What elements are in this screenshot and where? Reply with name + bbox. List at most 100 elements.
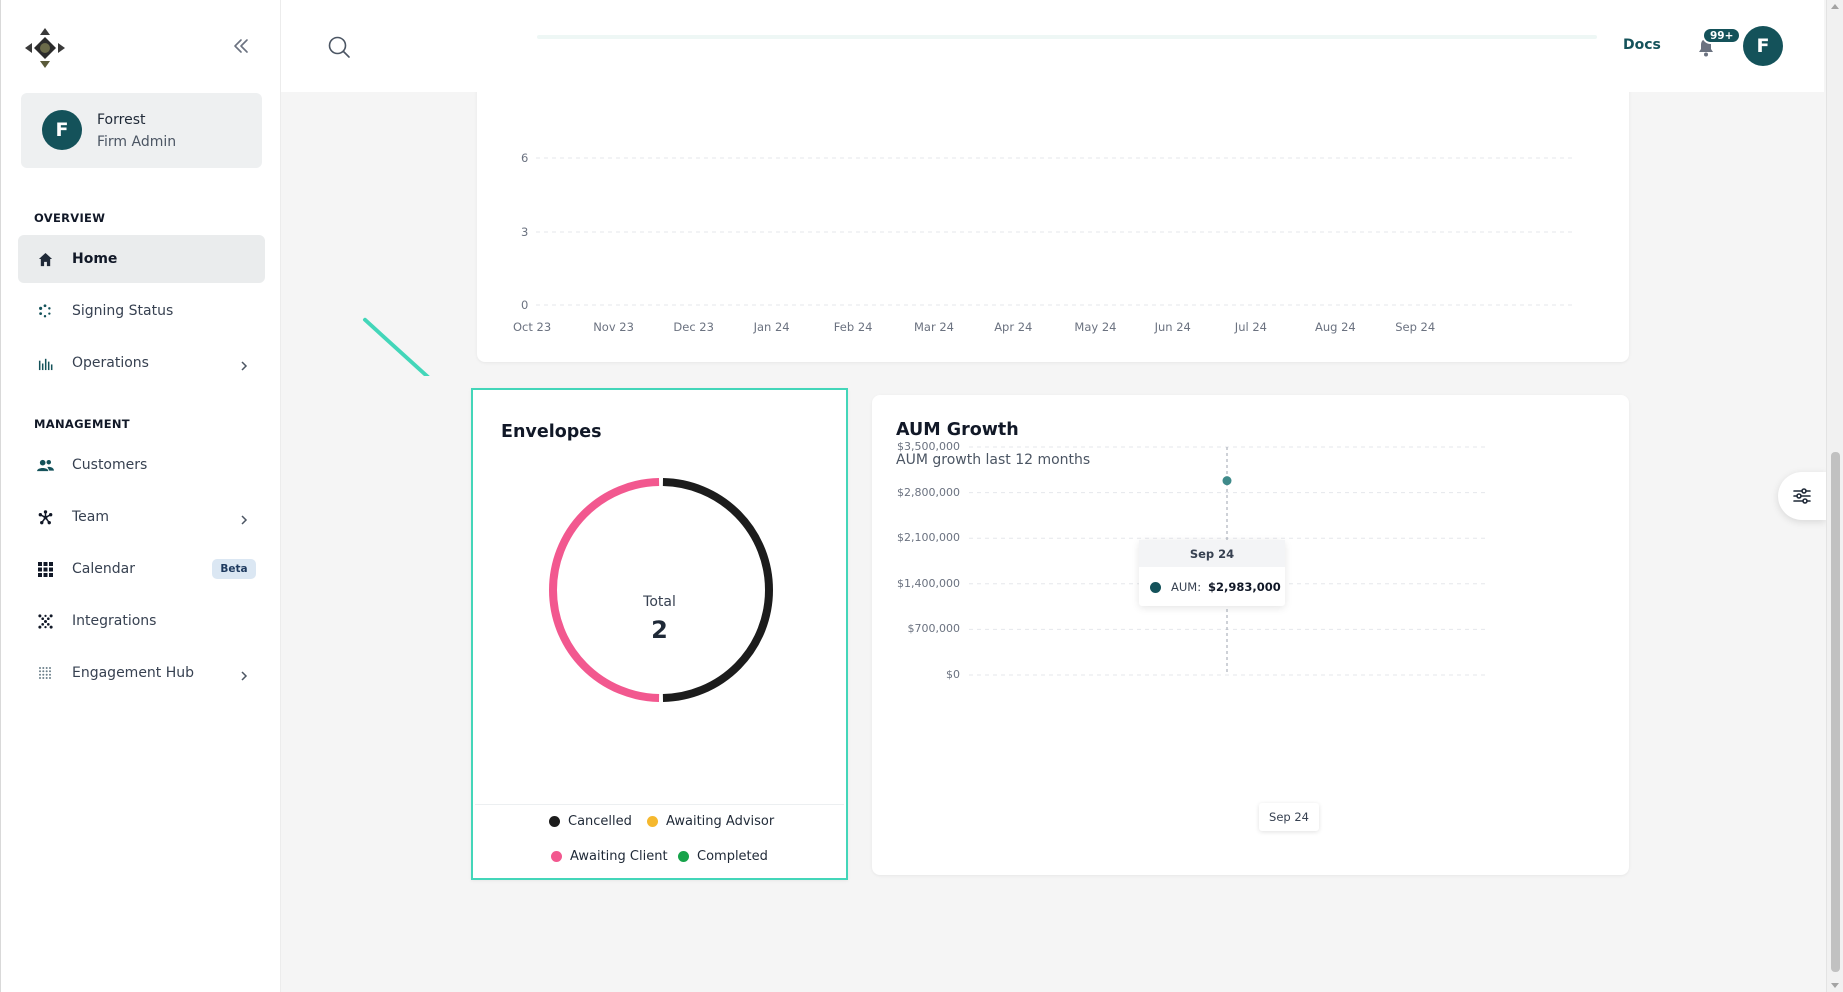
asterisk-icon	[36, 508, 54, 526]
x-tick: Nov 23	[593, 320, 634, 334]
y-tick: $700,000	[907, 622, 961, 636]
x-tick: Jul 24	[1234, 320, 1267, 334]
aum-growth-card: AUM Growth AUM growth last 12 months $3,…	[872, 395, 1629, 875]
user-name: Forrest	[97, 112, 146, 128]
user-role: Firm Admin	[97, 134, 177, 150]
x-tick: Mar 24	[914, 320, 954, 334]
compass-logo-icon[interactable]	[23, 26, 67, 70]
aum-line-chart	[969, 446, 1485, 676]
legend-dot	[647, 816, 658, 827]
data-point[interactable]	[1222, 476, 1232, 486]
home-icon	[36, 250, 54, 268]
y-tick: $0	[946, 668, 960, 681]
sidebar-item-signing-status[interactable]: Signing Status	[18, 287, 265, 335]
legend-dot	[678, 851, 689, 862]
x-tick: Jun 24	[1154, 320, 1191, 334]
top-bar: Docs 99+ F	[281, 0, 1824, 92]
y-tick: 3	[521, 225, 529, 239]
scroll-down-icon[interactable]	[1831, 983, 1839, 988]
sidebar-item-label: Customers	[72, 457, 148, 473]
legend-label: Awaiting Client	[570, 849, 668, 864]
beta-badge: Beta	[212, 559, 256, 579]
legend-item-awaiting-advisor[interactable]: Awaiting Advisor	[647, 814, 774, 829]
avatar: F	[42, 110, 82, 150]
sidebar-item-label: Home	[72, 251, 118, 267]
x-tick: May 24	[1074, 320, 1117, 334]
spinner-icon	[36, 302, 54, 320]
sidebar-item-label: Team	[72, 509, 110, 525]
y-tick: 0	[521, 298, 529, 312]
sidebar-item-label: Calendar	[72, 561, 135, 577]
sidebar-item-team[interactable]: Team	[18, 493, 265, 541]
search-icon[interactable]	[327, 35, 351, 59]
y-tick: $2,100,000	[897, 531, 960, 545]
y-tick: $3,500,000	[897, 440, 960, 453]
x-tick: Sep 24	[1395, 320, 1436, 334]
chart-tooltip: Sep 24 AUM: $2,983,000	[1139, 540, 1285, 606]
x-tick: Jan 24	[753, 320, 790, 334]
legend-dot	[549, 816, 560, 827]
sliders-icon[interactable]	[1778, 472, 1826, 520]
legend-label: Cancelled	[568, 814, 632, 829]
sidebar-item-customers[interactable]: Customers	[18, 441, 265, 489]
x-tick: Feb 24	[833, 320, 873, 334]
annotation-arrow-icon	[363, 317, 430, 376]
docs-link[interactable]: Docs	[1623, 37, 1661, 53]
legend-label: Awaiting Advisor	[666, 814, 775, 829]
y-tick: $2,800,000	[897, 485, 960, 499]
donut-slice-cancelled[interactable]	[662, 478, 773, 702]
scroll-up-icon[interactable]	[1831, 4, 1839, 9]
donut-slice-awaiting-client[interactable]	[549, 478, 660, 702]
sidebar-item-label: Engagement Hub	[72, 665, 195, 681]
notification-badge: 99+	[1702, 27, 1742, 44]
sidebar-item-calendar[interactable]: Calendar Beta	[18, 545, 265, 593]
sidebar-item-home[interactable]: Home	[18, 235, 265, 283]
x-tick: Oct 23	[513, 320, 552, 334]
double-chevron-left-icon[interactable]	[231, 36, 251, 56]
grid-icon	[36, 560, 54, 578]
x-axis-tooltip: Sep 24	[1259, 803, 1319, 831]
envelopes-card: Envelopes Total 2 Cancelled Awaiting Adv…	[471, 388, 848, 880]
donut-center-label: Total	[643, 594, 676, 610]
faded-chart-line	[537, 35, 1597, 39]
legend-label: Completed	[697, 849, 768, 864]
tooltip-value: $2,983,000	[1208, 580, 1281, 594]
scroll-thumb[interactable]	[1831, 452, 1840, 972]
sidebar-item-label: Integrations	[72, 613, 157, 629]
card-title: Envelopes	[501, 422, 602, 442]
bar-chart-icon	[36, 354, 54, 372]
vertical-scrollbar[interactable]	[1826, 0, 1843, 992]
x-tick: Aug 24	[1315, 320, 1356, 334]
divider	[475, 804, 844, 805]
legend-dot	[551, 851, 562, 862]
legend-item-cancelled[interactable]: Cancelled	[549, 814, 632, 829]
activity-chart-grid	[536, 157, 1575, 306]
user-card[interactable]: F Forrest Firm Admin	[21, 93, 262, 168]
x-tick: Apr 24	[994, 320, 1033, 334]
y-tick: $1,400,000	[897, 576, 960, 590]
section-overview: OVERVIEW	[34, 211, 106, 225]
dots-pattern-icon	[36, 612, 54, 630]
y-tick: 6	[521, 151, 529, 165]
dot-grid-icon	[36, 664, 54, 682]
tooltip-series-dot	[1150, 582, 1161, 593]
legend-item-completed[interactable]: Completed	[678, 849, 768, 864]
avatar[interactable]: F	[1743, 26, 1783, 66]
legend-item-awaiting-client[interactable]: Awaiting Client	[551, 849, 668, 864]
donut-total: 2	[651, 616, 668, 644]
chevron-right-icon	[238, 667, 250, 681]
activity-chart-card: 6 3 0 Oct 23 Nov 23 Dec 23 Jan 24 Feb 24 Mar …	[477, 80, 1629, 362]
tooltip-label: AUM:	[1171, 580, 1202, 594]
sidebar-item-engagement-hub[interactable]: Engagement Hub	[18, 649, 265, 697]
envelopes-donut-chart	[549, 478, 773, 702]
x-tick: Dec 23	[673, 320, 714, 334]
section-management: MANAGEMENT	[34, 417, 130, 431]
chevron-right-icon	[238, 357, 250, 371]
sidebar: F Forrest Firm Admin OVERVIEW Home Signi…	[0, 0, 281, 992]
users-icon	[36, 456, 54, 474]
sidebar-item-integrations[interactable]: Integrations	[18, 597, 265, 645]
tooltip-header: Sep 24	[1139, 540, 1285, 567]
sidebar-item-label: Signing Status	[72, 303, 174, 319]
sidebar-item-label: Operations	[72, 355, 149, 371]
sidebar-item-operations[interactable]: Operations	[18, 339, 265, 387]
